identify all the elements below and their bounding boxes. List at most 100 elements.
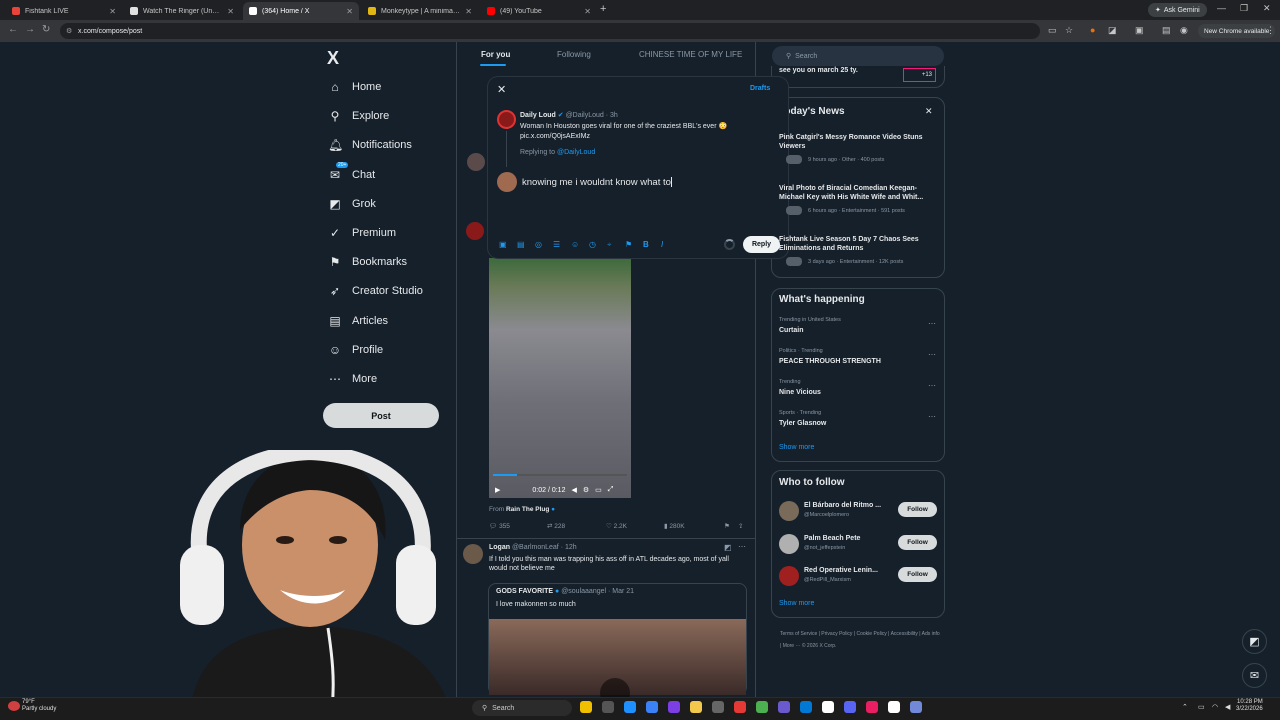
sidebar-item-creator-studio[interactable]: ➶ Creator Studio: [328, 280, 423, 302]
taskbar-search[interactable]: ⚲ Search: [472, 700, 572, 716]
new-tab-button[interactable]: +: [600, 3, 606, 15]
media-icon[interactable]: ▣: [499, 240, 507, 249]
sidebar-item-grok[interactable]: ◩ Grok: [328, 193, 376, 215]
sidebar-item-profile[interactable]: ☺ Profile: [328, 339, 383, 361]
share-icon[interactable]: ⇪: [738, 522, 743, 530]
taskbar-app-icon[interactable]: [756, 701, 768, 713]
tab-chinese-time[interactable]: CHINESE TIME OF MY LIFE: [639, 50, 742, 59]
follow-button[interactable]: Follow: [898, 502, 937, 517]
reload-icon[interactable]: ↻: [42, 24, 50, 35]
clock[interactable]: 10:28 PM 3/22/2026: [1236, 699, 1263, 713]
bookmark-icon[interactable]: ⚑: [724, 522, 730, 530]
sidebar-item-explore[interactable]: ⚲ Explore: [328, 105, 390, 127]
trend-name[interactable]: Nine Vicious: [779, 388, 821, 397]
more-icon[interactable]: ⋯: [928, 319, 936, 328]
sidebar-item-premium[interactable]: ✓ Premium: [328, 222, 396, 244]
browser-tab[interactable]: (49) YouTube ✕: [481, 2, 597, 20]
install-icon[interactable]: ▭: [1048, 25, 1057, 36]
settings-icon[interactable]: ⚙: [583, 486, 589, 494]
sidebar-item-articles[interactable]: ▤ Articles: [328, 310, 388, 332]
taskbar-app-icon[interactable]: [712, 701, 724, 713]
replying-to-handle[interactable]: @DailyLoud: [557, 149, 595, 156]
avatar[interactable]: [779, 533, 799, 554]
extensions-puzzle-icon[interactable]: ◪: [1108, 25, 1117, 36]
taskbar-app-icon[interactable]: [888, 701, 900, 713]
poll-icon[interactable]: ☰: [553, 240, 560, 249]
show-more-follows[interactable]: Show more: [779, 600, 814, 607]
wifi-icon[interactable]: ◠: [1212, 703, 1218, 711]
taskbar-app-icon[interactable]: [778, 701, 790, 713]
ask-gemini-button[interactable]: ✦ Ask Gemini: [1148, 3, 1207, 17]
post-button[interactable]: Post: [323, 403, 439, 428]
taskbar-app-icon[interactable]: [910, 701, 922, 713]
footer-links[interactable]: Terms of Service | Privacy Policy | Cook…: [780, 628, 940, 652]
follow-name[interactable]: Red Operative Lenin...: [804, 566, 894, 575]
like-count[interactable]: ♡ 2.2K: [606, 522, 627, 530]
tab-close-icon[interactable]: ✕: [346, 7, 353, 16]
sidebar-item-bookmarks[interactable]: ⚑ Bookmarks: [328, 251, 407, 273]
avatar[interactable]: [466, 222, 484, 240]
x-logo[interactable]: X: [327, 48, 339, 69]
trend-name[interactable]: PEACE THROUGH STRENGTH: [779, 357, 881, 366]
more-icon[interactable]: ⋯: [928, 412, 936, 421]
gif-icon[interactable]: ▤: [517, 240, 525, 249]
video-player[interactable]: [489, 258, 631, 498]
messages-fab-icon[interactable]: ✉︎: [1242, 663, 1267, 688]
close-icon[interactable]: ✕: [497, 83, 506, 96]
news-title[interactable]: Fishtank Live Season 5 Day 7 Chaos Sees …: [779, 235, 939, 253]
bookmark-star-icon[interactable]: ☆: [1065, 25, 1073, 36]
drafts-link[interactable]: Drafts: [750, 85, 770, 92]
cast-icon[interactable]: ▤: [1162, 25, 1171, 36]
minimize-icon[interactable]: —: [1217, 3, 1226, 13]
bold-icon[interactable]: B: [643, 240, 649, 249]
back-icon[interactable]: ←: [8, 24, 18, 35]
follow-button[interactable]: Follow: [898, 534, 937, 550]
search-input[interactable]: ⚲ Search: [772, 46, 944, 66]
news-title[interactable]: Viral Photo of Biracial Comedian Keegan-…: [779, 184, 939, 202]
sidebar-item-home[interactable]: ⌂ Home: [328, 76, 381, 98]
tray-chevron-icon[interactable]: ⌃: [1182, 703, 1188, 711]
taskbar-app-icon[interactable]: [602, 701, 614, 713]
news-title[interactable]: Pink Catgirl's Messy Romance Video Stuns…: [779, 133, 939, 151]
avatar[interactable]: [779, 501, 799, 521]
taskbar-app-icon[interactable]: [734, 701, 746, 713]
weather-widget[interactable]: 79°F Partly cloudy: [22, 699, 56, 713]
address-bar[interactable]: ⚙ x.com/compose/post: [60, 23, 1040, 39]
volume-icon[interactable]: ◀︎: [571, 486, 576, 494]
menu-kebab-icon[interactable]: ⋮: [1266, 25, 1275, 36]
taskbar-app-icon[interactable]: [580, 701, 592, 713]
battery-icon[interactable]: ▭: [1198, 703, 1205, 711]
close-window-icon[interactable]: ✕: [1263, 3, 1271, 14]
close-icon[interactable]: ✕: [925, 106, 933, 117]
reply-count[interactable]: 💬︎ 355: [489, 522, 510, 530]
sidebar-item-notifications[interactable]: 🔔︎ Notifications: [328, 134, 412, 156]
more-icon[interactable]: ⋯: [738, 542, 746, 551]
profile-avatar-icon[interactable]: ◉: [1180, 25, 1188, 36]
taskbar-app-icon[interactable]: [668, 701, 680, 713]
more-icon[interactable]: ⋯: [928, 381, 936, 390]
tab-close-icon[interactable]: ✕: [584, 7, 591, 16]
grok-icon[interactable]: ◩: [724, 543, 732, 552]
browser-tab[interactable]: Monkeytype | A minimalistic, c ✕: [362, 2, 478, 20]
chrome-update-button[interactable]: New Chrome available: [1198, 24, 1276, 38]
fullscreen-icon[interactable]: ⤢: [608, 486, 614, 494]
tab-following[interactable]: Following: [557, 50, 591, 59]
emoji-icon[interactable]: ☺: [571, 240, 579, 249]
grok-icon[interactable]: ◎: [535, 240, 542, 249]
browser-tab[interactable]: (364) Home / X ✕: [243, 2, 359, 20]
extension-icon[interactable]: ●: [1090, 25, 1095, 35]
taskbar-app-icon[interactable]: [646, 701, 658, 713]
follow-name[interactable]: Palm Beach Pete: [804, 534, 894, 543]
trend-name[interactable]: Curtain: [779, 326, 804, 335]
follow-button[interactable]: Follow: [898, 567, 937, 582]
taskbar-app-icon[interactable]: [624, 701, 636, 713]
schedule-icon[interactable]: ◷: [589, 240, 596, 249]
reply-button[interactable]: Reply: [743, 236, 780, 253]
original-author-avatar[interactable]: [497, 110, 516, 129]
avatar[interactable]: [779, 566, 799, 586]
grok-fab-icon[interactable]: ◩: [1242, 629, 1267, 654]
video-progress[interactable]: [493, 474, 627, 476]
browser-tab[interactable]: Watch The Ringer (Uncut) | Pri ✕: [124, 2, 240, 20]
browser-tab[interactable]: Fishtank LIVE ✕: [6, 2, 122, 20]
source-name[interactable]: Rain The Plug: [506, 506, 549, 513]
